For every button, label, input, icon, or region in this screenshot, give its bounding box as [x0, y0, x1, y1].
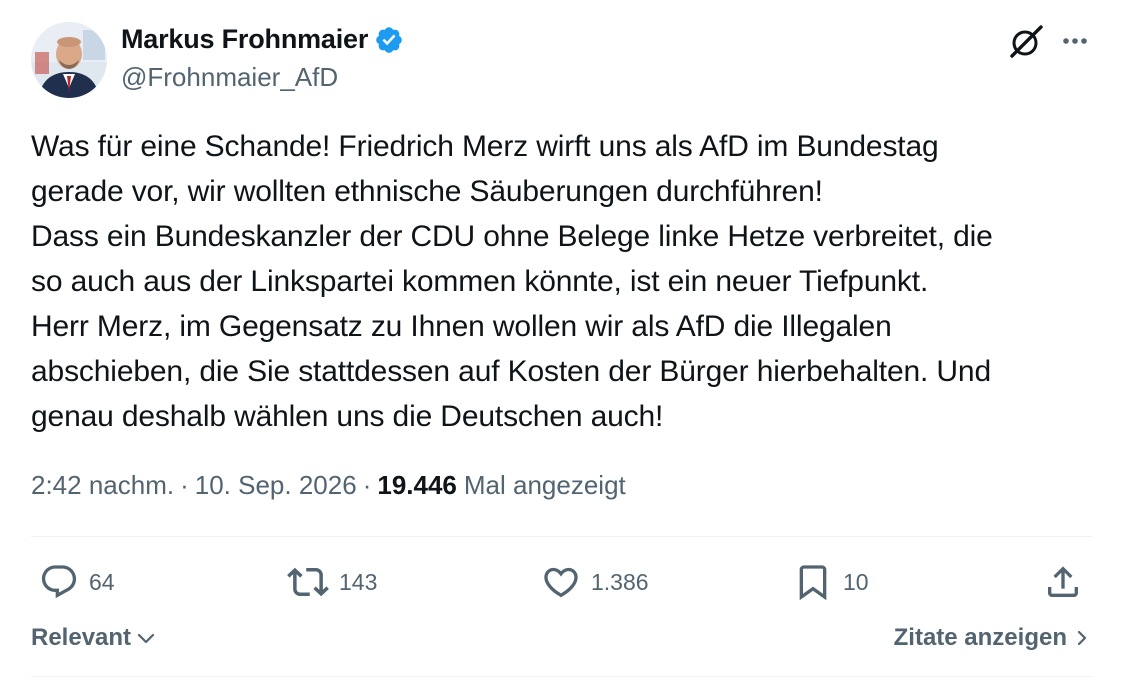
tweet-line: abschieben, die Sie stattdessen auf Kost… — [31, 355, 991, 388]
quotes-label: Zitate anzeigen — [893, 624, 1067, 651]
sort-label: Relevant — [31, 624, 132, 651]
sort-dropdown[interactable]: Relevant — [31, 624, 157, 652]
like-count: 1.386 — [591, 568, 649, 595]
divider — [31, 536, 1093, 537]
avatar-image — [31, 22, 107, 98]
author-display-name[interactable]: Markus Frohnmaier — [121, 24, 368, 55]
chevron-down-icon — [135, 627, 157, 649]
repost-icon — [287, 567, 329, 597]
tweet-text: Was für eine Schande! Friedrich Merz wir… — [31, 124, 1101, 439]
share-button[interactable] — [1043, 556, 1083, 608]
verified-badge-icon[interactable] — [374, 25, 404, 55]
tweet-line: genau deshalb wählen uns die Deutschen a… — [31, 400, 664, 433]
like-icon — [544, 567, 578, 598]
action-bar: 64 143 1.386 10 — [31, 556, 1093, 608]
reply-count: 64 — [89, 568, 115, 595]
bookmark-count: 10 — [843, 568, 869, 595]
chevron-right-icon — [1075, 627, 1089, 649]
bookmark-icon — [799, 565, 827, 601]
reply-button[interactable]: 64 — [39, 556, 115, 608]
tweet-line: gerade vor, wir wollten ethnische Säuber… — [31, 175, 823, 208]
views-label: Mal angezeigt — [463, 470, 626, 500]
tweet-line: Dass ein Bundeskanzler der CDU ohne Bele… — [31, 220, 993, 253]
tweet-meta: 2:42 nachm. · 10. Sep. 2026 · 19.446 Mal… — [31, 470, 626, 501]
repost-button[interactable]: 143 — [287, 556, 377, 608]
tweet-time[interactable]: 2:42 nachm. — [31, 470, 174, 501]
more-icon[interactable] — [1058, 24, 1092, 58]
like-button[interactable]: 1.386 — [541, 556, 649, 608]
reply-icon — [41, 565, 77, 599]
tweet-line: Herr Merz, im Gegensatz zu Ihnen wollen … — [31, 310, 892, 343]
tweet-line: so auch aus der Linkspartei kommen könnt… — [31, 265, 929, 298]
bookmark-button[interactable]: 10 — [793, 556, 869, 608]
author-handle[interactable]: @Frohnmaier_AfD — [121, 62, 338, 93]
separator-dot: · — [362, 470, 372, 500]
avatar[interactable] — [31, 22, 107, 98]
author-name-row: Markus Frohnmaier — [121, 24, 404, 55]
replies-toolbar: Relevant Zitate anzeigen — [31, 624, 1093, 658]
view-quotes-link[interactable]: Zitate anzeigen — [894, 624, 1089, 652]
tweet-date[interactable]: 10. Sep. 2026 — [195, 470, 357, 501]
views-count: 19.446 — [377, 470, 457, 500]
share-icon — [1048, 566, 1078, 597]
repost-count: 143 — [339, 568, 378, 595]
grok-icon[interactable] — [1006, 22, 1046, 62]
separator-dot: · — [180, 470, 189, 500]
divider — [31, 676, 1093, 677]
tweet-line: Was für eine Schande! Friedrich Merz wir… — [31, 130, 939, 163]
